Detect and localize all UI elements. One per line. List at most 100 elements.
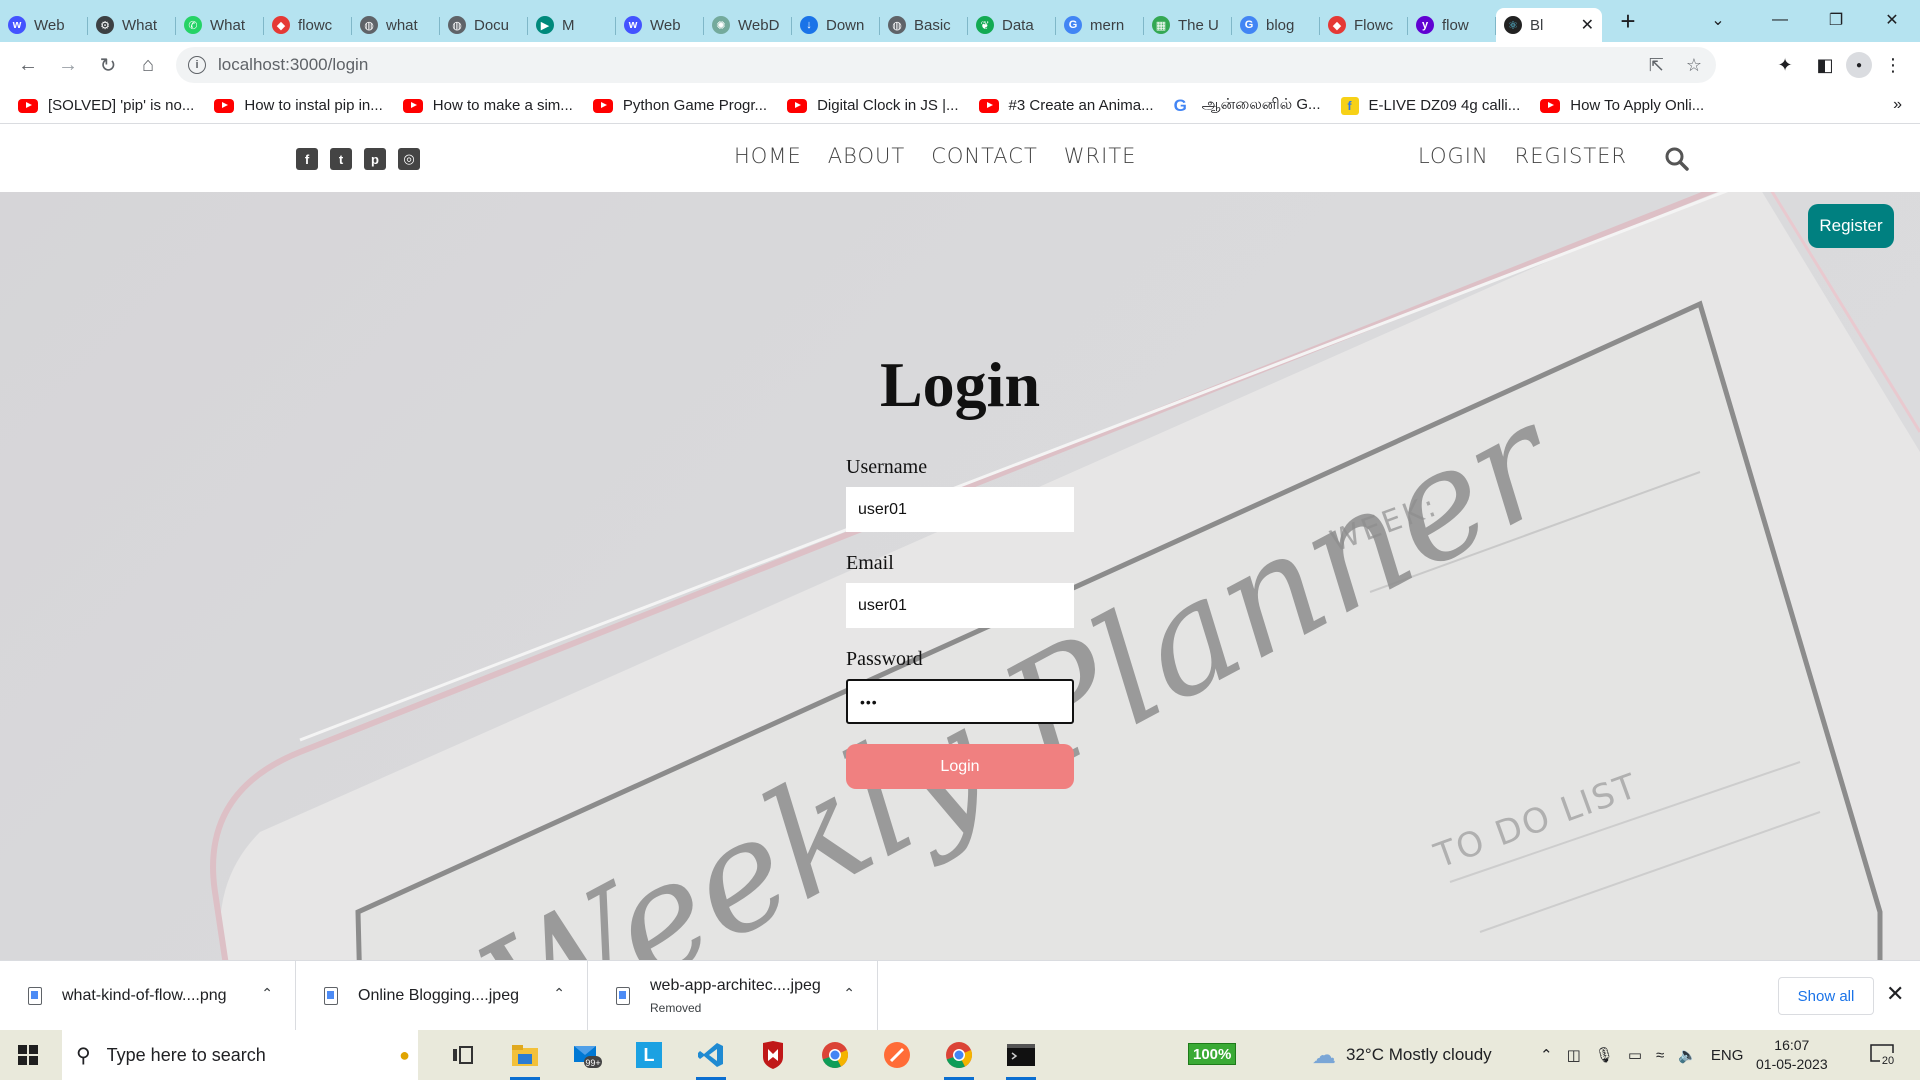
extensions-icon[interactable]: ✦ (1766, 45, 1804, 85)
browser-tab[interactable]: Gblog (1232, 8, 1320, 42)
language-indicator[interactable]: ENG (1711, 1047, 1744, 1064)
browser-tab[interactable]: ▦ The U (1144, 8, 1232, 42)
username-input[interactable]: user01 (846, 487, 1074, 532)
back-icon[interactable]: ← (8, 45, 48, 85)
side-panel-icon[interactable]: ◧ (1806, 45, 1844, 85)
forward-icon[interactable]: → (48, 45, 88, 85)
tab-search-icon[interactable]: ⌄ (1704, 8, 1732, 32)
reload-icon[interactable]: ↻ (88, 45, 128, 85)
nav-link-about[interactable]: ABOUT (828, 144, 905, 168)
browser-tab[interactable]: ⚙ What (88, 8, 176, 42)
nav-link-home[interactable]: HOME (734, 144, 802, 168)
address-bar[interactable]: i localhost:3000/login ⇱ ☆ (176, 47, 1716, 83)
browser-tab[interactable]: w Web (0, 8, 88, 42)
bookmark-item[interactable]: Python Game Progr... (592, 97, 768, 114)
tab-title: The U (1178, 16, 1219, 34)
browser-tab[interactable]: ✆ What (176, 8, 264, 42)
tab-title: What (210, 16, 246, 34)
browser-tab[interactable]: ▶ M (528, 8, 616, 42)
browser-tab-active[interactable]: ⚛ Bl ✕ (1496, 8, 1602, 42)
bookmark-item[interactable]: G ஆன்லைனில் G... (1174, 96, 1321, 116)
chrome-open-icon[interactable] (928, 1030, 990, 1080)
chevron-up-icon[interactable]: ⌃ (843, 985, 855, 1002)
share-icon[interactable]: ⇱ (1649, 55, 1664, 76)
menu-kebab-icon[interactable]: ⋮ (1874, 45, 1912, 85)
new-tab-button[interactable]: + (1608, 1, 1648, 41)
register-button[interactable]: Register (1808, 204, 1894, 248)
bookmark-item[interactable]: How To Apply Onli... (1540, 97, 1704, 114)
zoom-indicator[interactable]: 100% (1188, 1043, 1237, 1065)
browser-tab[interactable]: ❦ Data (968, 8, 1056, 42)
email-input[interactable]: user01 (846, 583, 1074, 628)
download-item[interactable]: web-app-architec....jpeg Removed ⌃ (588, 960, 878, 1031)
twitter-icon[interactable]: t (330, 148, 352, 170)
microphone-icon[interactable]: 🎙 (1595, 1046, 1614, 1064)
pinterest-icon[interactable]: p (364, 148, 386, 170)
google-icon: G (1240, 16, 1258, 34)
browser-tab[interactable]: ◆ flowc (264, 8, 352, 42)
bookmark-label: Python Game Progr... (622, 97, 768, 114)
browser-tab[interactable]: ◍ Docu (440, 8, 528, 42)
facebook-icon[interactable]: f (296, 148, 318, 170)
browser-tab[interactable]: Gmern (1056, 8, 1144, 42)
home-icon[interactable]: ⌂ (128, 45, 168, 85)
tab-list: w Web ⚙ What ✆ What ◆ flowc ◍ what ◍ Docu ▶ Mw Web ✺ Web… (0, 0, 1602, 42)
minimize-button[interactable]: — (1752, 0, 1808, 40)
terminal-icon[interactable] (990, 1030, 1052, 1080)
download-status: Removed (650, 1000, 702, 1015)
bookmark-star-icon[interactable]: ☆ (1686, 55, 1702, 76)
l-app-icon[interactable]: L (618, 1030, 680, 1080)
browser-tab[interactable]: ◍ what (352, 8, 440, 42)
login-submit-button[interactable]: Login (846, 744, 1074, 789)
chrome-icon[interactable] (804, 1030, 866, 1080)
nav-link-contact[interactable]: CONTACT (931, 144, 1038, 168)
browser-tab[interactable]: ✺ WebD (704, 8, 792, 42)
bookmark-item[interactable]: How to instal pip in... (214, 97, 383, 114)
taskbar-search[interactable]: ⚲ Type here to search ● (62, 1030, 418, 1080)
file-explorer-icon[interactable] (494, 1030, 556, 1080)
chevron-up-icon[interactable]: ⌃ (261, 985, 273, 1002)
bookmark-item[interactable]: [SOLVED] 'pip' is no... (18, 97, 194, 114)
mcafee-icon[interactable] (742, 1030, 804, 1080)
clock[interactable]: 16:07 01-05-2023 (1756, 1036, 1828, 1074)
weather-widget[interactable]: ☁ 32°C Mostly cloudy (1312, 1030, 1492, 1080)
bookmark-item[interactable]: #3 Create an Anima... (978, 97, 1154, 114)
browser-tab[interactable]: ↓ Down (792, 8, 880, 42)
bookmark-item[interactable]: How to make a sim... (402, 97, 573, 114)
password-input[interactable]: ••• (846, 679, 1074, 724)
bookmark-item[interactable]: Digital Clock in JS |... (787, 97, 959, 114)
windows-start-icon[interactable] (0, 1030, 56, 1080)
close-icon[interactable]: ✕ (1886, 981, 1904, 1007)
profile-avatar[interactable]: ● (1846, 52, 1872, 78)
meet-now-icon[interactable]: ◫ (1567, 1046, 1581, 1064)
browser-tab[interactable]: ◍ Basic (880, 8, 968, 42)
site-info-icon[interactable]: i (188, 56, 206, 74)
task-view-icon[interactable] (432, 1030, 494, 1080)
browser-tab[interactable]: y flow (1408, 8, 1496, 42)
bookmark-item[interactable]: f E-LIVE DZ09 4g calli... (1340, 96, 1520, 115)
instagram-icon[interactable]: ◎ (398, 148, 420, 170)
download-item[interactable]: what-kind-of-flow....png ⌃ (0, 960, 296, 1031)
close-window-button[interactable]: ✕ (1864, 0, 1920, 40)
show-all-downloads-button[interactable]: Show all (1778, 977, 1874, 1015)
url-text[interactable]: localhost:3000/login (218, 55, 368, 75)
download-item[interactable]: Online Blogging....jpeg ⌃ (296, 960, 588, 1031)
speaker-icon[interactable]: 🔈 (1678, 1046, 1697, 1064)
postman-icon[interactable] (866, 1030, 928, 1080)
mail-icon[interactable]: 99+ (556, 1030, 618, 1080)
vscode-icon[interactable] (680, 1030, 742, 1080)
maximize-button[interactable]: ❐ (1808, 0, 1864, 40)
browser-tab[interactable]: ◆ Flowc (1320, 8, 1408, 42)
nav-link-write[interactable]: WRITE (1064, 144, 1137, 168)
browser-tab[interactable]: w Web (616, 8, 704, 42)
search-icon[interactable] (1664, 146, 1690, 172)
bookmarks-overflow-icon[interactable]: » (1893, 96, 1902, 114)
nav-link-register[interactable]: REGISTER (1515, 144, 1627, 168)
wifi-icon[interactable]: ≈ (1656, 1047, 1664, 1064)
chevron-up-icon[interactable]: ⌃ (553, 985, 565, 1002)
battery-icon[interactable]: ▭ (1628, 1046, 1642, 1064)
notification-center-icon[interactable]: 20 (1868, 1042, 1898, 1068)
chevron-up-icon[interactable]: ⌃ (1540, 1046, 1553, 1064)
nav-link-login[interactable]: LOGIN (1418, 144, 1489, 168)
close-tab-icon[interactable]: ✕ (1581, 15, 1594, 35)
